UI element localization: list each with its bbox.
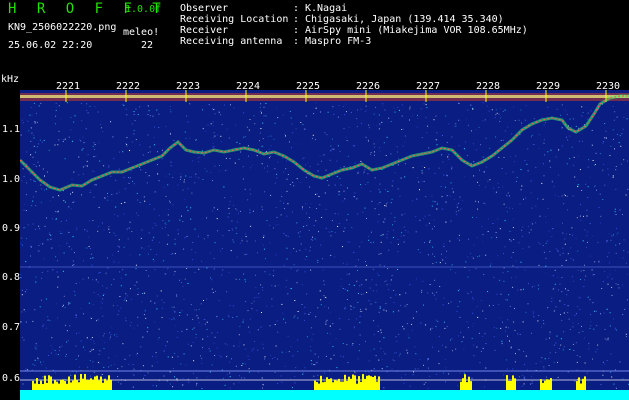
- meta-key: Receiver: [180, 25, 229, 36]
- y-axis-label: 0.9: [2, 223, 21, 234]
- meta-colon: :: [293, 3, 300, 14]
- meta-value: Maspro FM-3: [305, 36, 372, 47]
- meta-colon: :: [293, 25, 300, 36]
- meta-key: Receiving antenna: [180, 36, 283, 47]
- axis-unit: kHz: [1, 74, 20, 85]
- y-axis-label: 1.0: [2, 174, 21, 185]
- meta-key: Receiving Location: [180, 14, 289, 25]
- version-label: 1.0.0f: [125, 4, 162, 15]
- datetime: 25.06.02 22:20: [8, 40, 93, 51]
- meta-colon: :: [293, 36, 300, 47]
- spectrogram: [20, 90, 629, 400]
- y-axis-label: 0.8: [2, 272, 21, 283]
- bottom-band: [20, 390, 629, 400]
- meta-value: Chigasaki, Japan (139.414 35.340): [305, 14, 504, 25]
- filename: KN9_2506022220.png: [8, 22, 117, 33]
- meta-row: Receiver : AirSpy mini (Miakejima VOR 10…: [180, 25, 528, 36]
- meteor-count: 22: [141, 40, 154, 51]
- y-axis-label: 0.7: [2, 322, 21, 333]
- meta-row: Receiving Location : Chigasaki, Japan (1…: [180, 14, 528, 25]
- meta-key: Observer: [180, 3, 229, 14]
- meta-row: Receiving antenna : Maspro FM-3: [180, 36, 528, 47]
- y-axis-label: 1.1: [2, 124, 21, 135]
- meta-value: AirSpy mini (Miakejima VOR 108.65MHz): [305, 25, 528, 36]
- y-axis-label: 0.6: [2, 373, 21, 384]
- reference-band-core: [20, 95, 629, 98]
- metadata-block: Observer : K.Nagai Receiving Location : …: [180, 3, 528, 47]
- meta-colon: :: [293, 14, 300, 25]
- meteor-label: meleo!: [123, 27, 160, 38]
- meta-row: Observer : K.Nagai: [180, 3, 528, 14]
- meta-value: K.Nagai: [305, 3, 348, 14]
- header: H R O F F T 1.0.0f KN9_2506022220.png me…: [0, 0, 629, 72]
- spectrogram-background: [20, 90, 629, 400]
- spectrogram-canvas: [20, 90, 629, 400]
